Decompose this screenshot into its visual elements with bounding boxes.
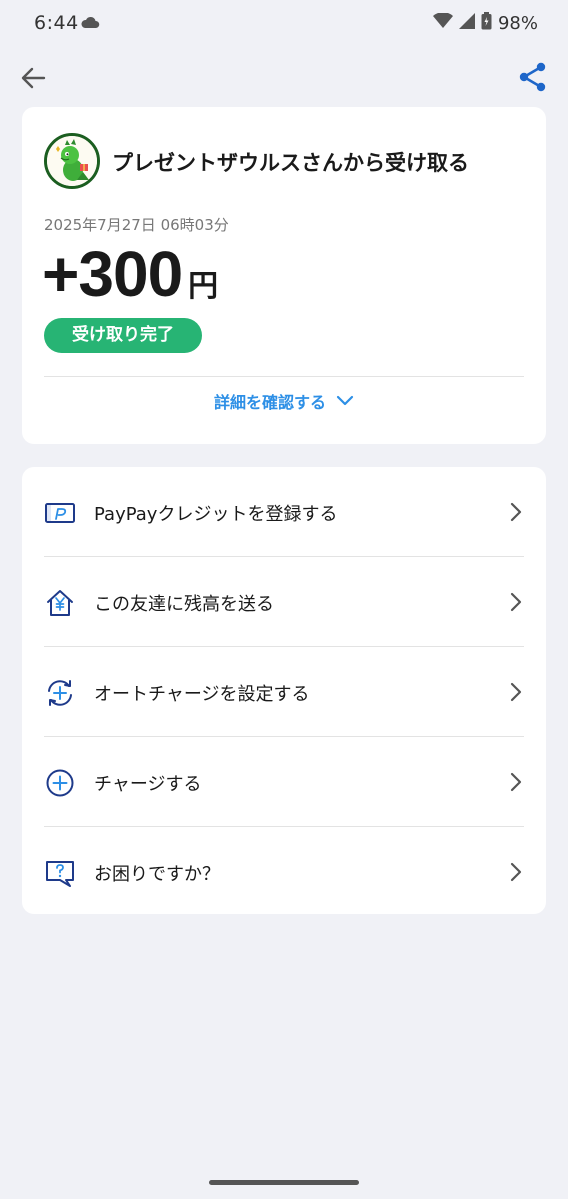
status-badge: 受け取り完了	[44, 318, 202, 353]
arrow-left-icon	[21, 67, 46, 89]
chevron-right-icon	[506, 500, 526, 524]
transaction-datetime: 2025年7月27日 06時03分	[44, 216, 229, 234]
app-bar	[0, 50, 568, 106]
battery-percent: 98%	[497, 12, 538, 34]
auto-charge-icon	[44, 677, 76, 709]
actions-menu-card: PayPayクレジットを登録する この友達に残高を送る オートチャージを設定する…	[22, 467, 546, 914]
menu-item-label: PayPayクレジットを登録する	[94, 504, 338, 525]
credit-card-icon	[44, 497, 76, 529]
chevron-right-icon	[506, 680, 526, 704]
chevron-down-icon	[336, 395, 354, 406]
gesture-navigation-bar[interactable]	[209, 1180, 359, 1185]
amount-row: +300 円	[42, 237, 219, 310]
divider	[44, 376, 524, 377]
menu-item-help[interactable]: お困りですか？	[22, 827, 546, 917]
details-link-label: 詳細を確認する	[213, 393, 326, 412]
battery-icon	[481, 12, 492, 34]
chevron-right-icon	[506, 770, 526, 794]
transaction-summary-card: プレゼントザウルスさんから受け取る 2025年7月27日 06時03分 +300…	[22, 107, 546, 444]
wifi-icon	[432, 12, 453, 33]
sender-title: プレゼントザウルスさんから受け取る	[112, 151, 469, 175]
amount-value: +300	[42, 238, 183, 310]
menu-item-label: この友達に残高を送る	[94, 594, 274, 615]
cloud-icon	[80, 14, 100, 33]
plus-circle-icon	[44, 767, 76, 799]
menu-item-label: オートチャージを設定する	[94, 684, 310, 705]
menu-item-register-credit[interactable]: PayPayクレジットを登録する	[22, 467, 546, 557]
dinosaur-avatar-icon	[47, 136, 97, 186]
chevron-right-icon	[506, 860, 526, 884]
signal-icon	[458, 13, 475, 33]
share-button[interactable]	[516, 60, 550, 94]
menu-item-charge[interactable]: チャージする	[22, 737, 546, 827]
amount-unit: 円	[188, 269, 219, 304]
back-button[interactable]	[18, 62, 50, 94]
avatar	[44, 133, 100, 189]
menu-item-send-balance[interactable]: この友達に残高を送る	[22, 557, 546, 647]
chevron-right-icon	[506, 590, 526, 614]
status-bar: 6:44 98%	[0, 0, 568, 46]
status-time: 6:44	[34, 12, 79, 34]
help-chat-icon	[44, 857, 76, 889]
details-toggle[interactable]: 詳細を確認する	[22, 389, 546, 413]
menu-item-label: チャージする	[94, 774, 202, 795]
yen-house-icon	[44, 587, 76, 619]
share-icon	[519, 62, 546, 92]
menu-item-auto-charge[interactable]: オートチャージを設定する	[22, 647, 546, 737]
status-icons: 98%	[432, 12, 538, 34]
menu-item-label: お困りですか？	[94, 864, 220, 885]
